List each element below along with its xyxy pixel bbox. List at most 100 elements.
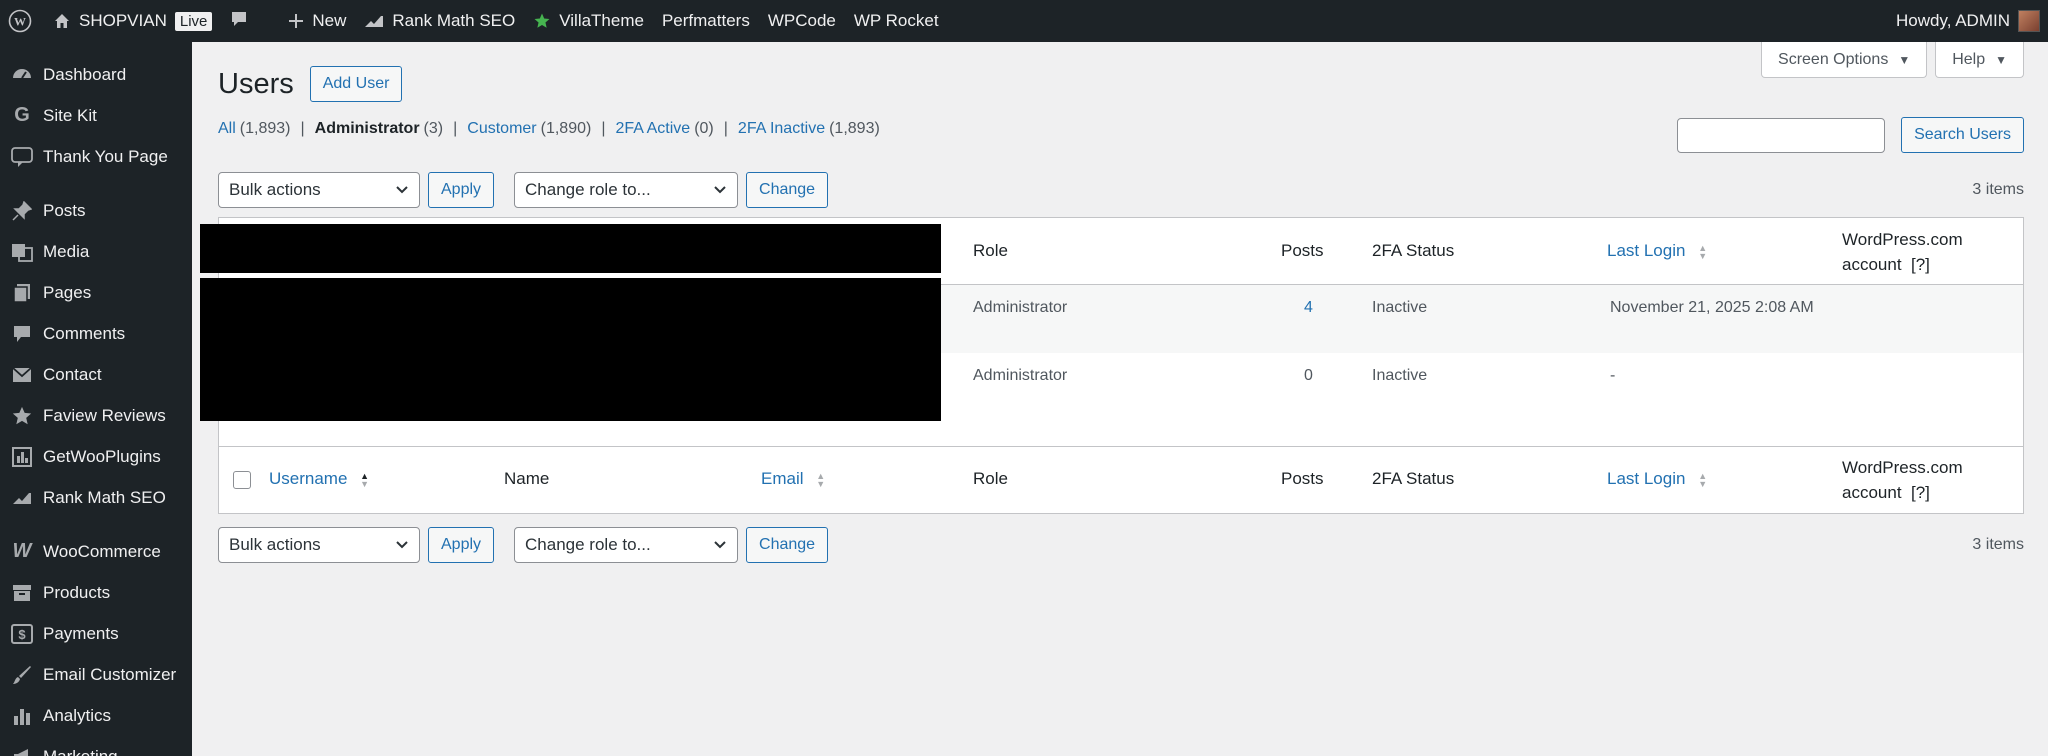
column-last-login[interactable]: Last Login ▲ ▼ [1607, 469, 1707, 489]
admin-bar: W SHOPVIAN Live New Rank Math SEO VillaT… [0, 0, 2048, 42]
search-users-input[interactable] [1677, 117, 1886, 153]
my-account-menu[interactable]: Howdy, ADMIN [1887, 0, 2048, 42]
change-role-select[interactable]: Change role to... [514, 172, 739, 208]
tablenav-bottom: Bulk actions Apply Change role to... Cha… [218, 527, 2024, 563]
column-role: Role [973, 241, 1008, 260]
menu-faview-reviews[interactable]: Faview Reviews [0, 395, 192, 436]
chevron-down-icon [395, 535, 409, 555]
redacted-user-details [200, 278, 941, 421]
wpcom-label-line1: WordPress.com [1842, 458, 1963, 477]
menu-media[interactable]: Media [0, 231, 192, 272]
last-login-sort-link[interactable]: Last Login [1607, 241, 1685, 260]
filter-count: (1,893) [829, 120, 880, 137]
change-role-select[interactable]: Change role to... [514, 527, 739, 563]
separator: | [453, 120, 458, 137]
brush-icon [10, 663, 34, 687]
user-posts-count[interactable]: 4 [1304, 299, 1313, 317]
page-header: Users Add User [218, 66, 403, 102]
menu-label: Site Kit [43, 105, 97, 125]
new-content-menu[interactable]: New [279, 0, 355, 42]
filter-administrator[interactable]: Administrator [315, 120, 420, 138]
filter-customer[interactable]: Customer [467, 120, 536, 138]
plus-icon [288, 13, 304, 29]
menu-woocommerce[interactable]: W WooCommerce [0, 531, 192, 572]
username-sort-link[interactable]: Username [269, 469, 347, 488]
menu-marketing[interactable]: Marketing [0, 736, 192, 756]
screen-options-button[interactable]: Screen Options ▼ [1761, 42, 1928, 78]
chevron-down-icon [713, 180, 727, 200]
menu-label: Media [43, 241, 90, 261]
menu-analytics[interactable]: Analytics [0, 695, 192, 736]
select-value: Bulk actions [229, 180, 321, 199]
email-sort-link[interactable]: Email [761, 469, 804, 488]
site-name-menu[interactable]: SHOPVIAN Live [44, 0, 221, 42]
add-user-button[interactable]: Add User [309, 66, 403, 102]
filter-2fa-inactive[interactable]: 2FA Inactive [738, 120, 825, 138]
column-wpcom-account: WordPress.com account [?] [1842, 458, 1963, 503]
filter-all[interactable]: All [218, 120, 236, 138]
separator: | [300, 120, 305, 137]
column-email[interactable]: Email ▲ ▼ [761, 469, 825, 489]
wpcode-menu[interactable]: WPCode [759, 0, 845, 42]
column-username[interactable]: Username ▲ ▼ [269, 469, 369, 489]
menu-getwooplugins[interactable]: GetWooPlugins [0, 436, 192, 477]
menu-label: Analytics [43, 705, 112, 725]
menu-site-kit[interactable]: G Site Kit [0, 95, 192, 136]
menu-comments[interactable]: Comments [0, 313, 192, 354]
perfmatters-menu[interactable]: Perfmatters [653, 0, 759, 42]
user-posts-count: 0 [1304, 367, 1313, 384]
menu-label: Faview Reviews [43, 405, 166, 425]
comment-icon [230, 10, 248, 33]
menu-thank-you-page[interactable]: Thank You Page [0, 136, 192, 177]
help-button[interactable]: Help ▼ [1935, 42, 2024, 78]
rank-math-icon [10, 486, 34, 510]
change-role-button[interactable]: Change [746, 527, 829, 563]
apply-button[interactable]: Apply [428, 172, 495, 208]
user-2fa-status: Inactive [1372, 299, 1428, 316]
site-name: SHOPVIAN [79, 11, 167, 30]
menu-products[interactable]: Products [0, 572, 192, 613]
menu-payments[interactable]: $ Payments [0, 613, 192, 654]
tablenav-top: Bulk actions Apply Change role to... Cha… [218, 172, 2024, 208]
bulk-actions-select[interactable]: Bulk actions [218, 527, 420, 563]
wpcom-label-line2: account [?] [1842, 255, 1930, 274]
column-2fa-status: 2FA Status [1372, 469, 1455, 488]
villatheme-menu[interactable]: VillaTheme [524, 0, 653, 42]
screen-meta-links: Screen Options ▼ Help ▼ [1761, 42, 2024, 78]
last-login-sort-link[interactable]: Last Login [1607, 469, 1685, 488]
column-last-login[interactable]: Last Login ▲ ▼ [1607, 241, 1707, 261]
wordpress-logo-icon[interactable]: W [0, 0, 44, 42]
rank-math-menu[interactable]: Rank Math SEO [355, 0, 524, 42]
role-filter-links: All (1,893) | Administrator (3) | Custom… [218, 120, 880, 138]
menu-label: Pages [43, 282, 92, 302]
filter-2fa-active[interactable]: 2FA Active [615, 120, 690, 138]
rank-math-label: Rank Math SEO [392, 11, 516, 30]
chevron-down-icon [713, 535, 727, 555]
rank-math-icon [364, 13, 384, 29]
svg-text:$: $ [18, 627, 26, 642]
home-icon [53, 12, 71, 30]
change-role-button[interactable]: Change [746, 172, 829, 208]
apply-button[interactable]: Apply [428, 527, 495, 563]
items-count: 3 items [1972, 181, 2024, 198]
thank-you-page-icon [10, 145, 34, 169]
redacted-header-area [200, 224, 941, 273]
menu-pages[interactable]: Pages [0, 272, 192, 313]
menu-posts[interactable]: Posts [0, 190, 192, 231]
menu-label: Payments [43, 623, 119, 643]
select-value: Bulk actions [229, 535, 321, 554]
menu-email-customizer[interactable]: Email Customizer [0, 654, 192, 695]
select-all-checkbox[interactable] [233, 471, 251, 489]
menu-dashboard[interactable]: Dashboard [0, 54, 192, 95]
user-role: Administrator [973, 367, 1068, 384]
separator: | [601, 120, 606, 137]
wp-rocket-menu[interactable]: WP Rocket [845, 0, 948, 42]
chart-box-icon [10, 445, 34, 469]
menu-contact[interactable]: Contact [0, 354, 192, 395]
bulk-actions-select[interactable]: Bulk actions [218, 172, 420, 208]
sort-icon: ▲ ▼ [1698, 242, 1708, 261]
search-users-button[interactable]: Search Users [1901, 117, 2024, 153]
menu-rank-math-seo[interactable]: Rank Math SEO [0, 477, 192, 518]
comments-menu[interactable] [221, 0, 257, 42]
select-value: Change role to... [525, 535, 651, 554]
